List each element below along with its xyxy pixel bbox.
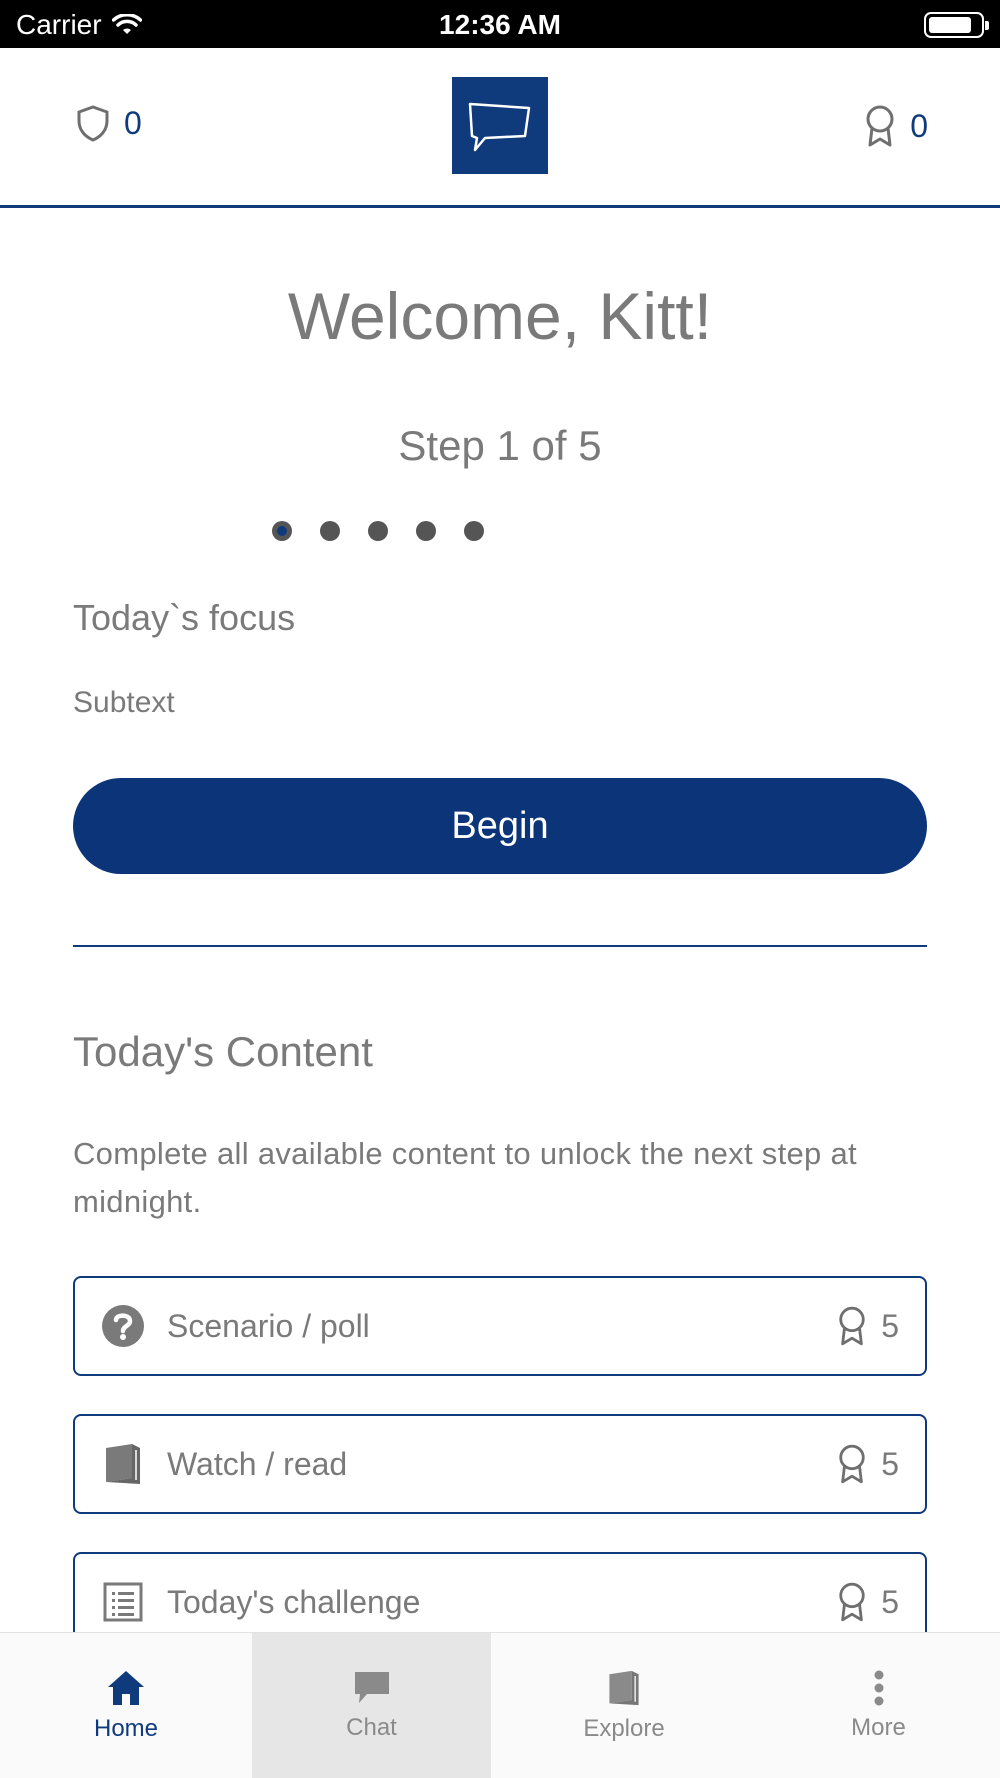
tab-chat[interactable]: Chat [252, 1633, 491, 1778]
step-dots [272, 521, 484, 541]
step-dot-1[interactable] [272, 521, 292, 541]
item-points-value: 5 [881, 1583, 899, 1620]
item-points: 5 [837, 1443, 899, 1485]
step-indicator: Step 1 of 5 [398, 422, 602, 469]
step-dot-3[interactable] [368, 521, 388, 541]
chat-flag-icon [468, 102, 531, 151]
item-points: 5 [837, 1581, 899, 1623]
battery-icon [924, 12, 989, 38]
shield-counter[interactable]: 0 [76, 104, 142, 142]
shield-count: 0 [124, 104, 142, 141]
status-time: 12:36 AM [439, 9, 561, 40]
shield-icon [77, 105, 109, 142]
step-dot-4[interactable] [416, 521, 436, 541]
focus-subtext: Subtext [73, 686, 175, 719]
divider [73, 945, 927, 947]
focus-title: Today`s focus [73, 597, 296, 638]
content-item-scenario[interactable]: Scenario / poll 5 [73, 1276, 927, 1376]
tab-label: Explore [583, 1714, 665, 1742]
step-dot-5[interactable] [464, 521, 484, 541]
step-dot-2[interactable] [320, 521, 340, 541]
tab-bar: Home Chat Explore More [0, 1632, 1000, 1778]
chat-icon [354, 1671, 389, 1703]
item-points-value: 5 [881, 1445, 899, 1482]
tab-more[interactable]: More [757, 1633, 1000, 1778]
item-points-value: 5 [881, 1307, 899, 1344]
item-label: Watch / read [167, 1445, 348, 1482]
list-icon [101, 1580, 145, 1624]
award-icon [866, 105, 894, 147]
content-item-watch[interactable]: Watch / read 5 [73, 1414, 927, 1514]
content-description: Complete all available content to unlock… [73, 1136, 857, 1219]
question-circle-icon [101, 1304, 145, 1348]
item-label: Today's challenge [167, 1583, 421, 1620]
app-header: 0 0 [0, 48, 1000, 208]
award-icon [839, 1582, 865, 1622]
app-logo [452, 77, 548, 174]
tab-label: Chat [346, 1713, 397, 1741]
award-count: 0 [910, 107, 928, 144]
item-label: Scenario / poll [167, 1307, 370, 1344]
award-icon [839, 1444, 865, 1484]
content-title: Today's Content [73, 1028, 373, 1075]
tab-explore[interactable]: Explore [491, 1633, 757, 1778]
welcome-title: Welcome, Kitt! [287, 279, 713, 353]
status-bar: Carrier 12:36 AM [0, 0, 1000, 48]
award-counter[interactable]: 0 [864, 104, 928, 148]
award-icon [839, 1306, 865, 1346]
tab-label: Home [93, 1714, 159, 1742]
begin-button[interactable]: Begin [73, 778, 927, 874]
book-icon [101, 1442, 145, 1486]
book-icon [609, 1670, 639, 1705]
begin-label: Begin [451, 804, 549, 847]
tab-home[interactable]: Home [0, 1633, 252, 1778]
item-points: 5 [837, 1305, 899, 1347]
tab-label: More [851, 1713, 906, 1741]
more-vertical-icon [874, 1670, 883, 1705]
home-icon [108, 1670, 144, 1705]
